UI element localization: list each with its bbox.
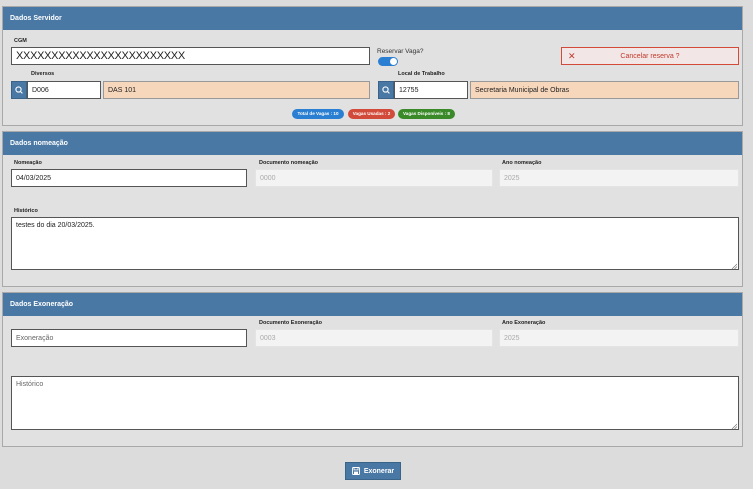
historico-exoneracao-textarea[interactable]: Histórico xyxy=(11,376,739,430)
ano-nomeacao-input[interactable]: 2025 xyxy=(499,169,739,187)
documento-nomeacao-input[interactable]: 0000 xyxy=(255,169,493,187)
resize-grip-icon[interactable] xyxy=(731,263,737,269)
cancelar-reserva-label: Cancelar reserva ? xyxy=(620,52,680,60)
reservar-vaga-toggle[interactable] xyxy=(378,57,398,66)
panel-dados-servidor: Dados Servidor CGM XXXXXXXXXXXXXXXXXXXXX… xyxy=(2,6,743,126)
panel-dados-nomeacao: Dados nomeação Nomeação 04/03/2025 Docum… xyxy=(2,131,743,287)
documento-exoneracao-label: Documento Exoneração xyxy=(259,320,322,326)
historico-label: Histórico xyxy=(14,208,38,214)
panel-dados-exoneracao: Dados Exoneração Exoneração Documento Ex… xyxy=(2,292,743,447)
ano-exoneracao-input[interactable]: 2025 xyxy=(499,329,739,347)
exonerar-label: Exonerar xyxy=(363,467,395,475)
diversos-search-button[interactable] xyxy=(11,81,27,99)
local-trabalho-label: Local de Trabalho xyxy=(398,71,445,77)
cgm-label: CGM xyxy=(14,38,27,44)
panel-title: Dados Servidor xyxy=(3,7,742,30)
documento-exoneracao-input[interactable]: 0003 xyxy=(255,329,493,347)
diversos-label: Diversos xyxy=(31,71,55,77)
ano-nomeacao-label: Ano nomeação xyxy=(502,160,542,166)
nomeacao-date-input[interactable]: 04/03/2025 xyxy=(11,169,247,187)
badge-total-vagas: Total de Vagas : 10 xyxy=(292,109,344,119)
toggle-knob xyxy=(390,58,397,65)
historico-nomeacao-textarea[interactable]: testes do dia 20/03/2025. xyxy=(11,217,739,270)
exonerar-button[interactable]: Exonerar xyxy=(345,462,401,480)
local-description: Secretaria Municipal de Obras xyxy=(470,81,739,99)
search-icon xyxy=(15,86,23,94)
local-search-button[interactable] xyxy=(378,81,394,99)
badge-vagas-usadas: Vagas Usadas : 2 xyxy=(348,109,395,119)
cgm-input[interactable]: XXXXXXXXXXXXXXXXXXXXXXXX xyxy=(11,47,370,65)
nomeacao-label: Nomeação xyxy=(14,160,42,166)
reservar-vaga-label: Reservar Vaga? xyxy=(377,48,424,55)
exoneracao-date-input[interactable]: Exoneração xyxy=(11,329,247,347)
panel-title: Dados nomeação xyxy=(3,132,742,155)
search-icon xyxy=(382,86,390,94)
ano-exoneracao-label: Ano Exoneração xyxy=(502,320,546,326)
diversos-description: DAS 101 xyxy=(103,81,370,99)
cancelar-reserva-button[interactable]: ✕ Cancelar reserva ? xyxy=(561,47,739,65)
documento-nomeacao-label: Documento nomeação xyxy=(259,160,318,166)
local-code-input[interactable]: 12755 xyxy=(394,81,468,99)
save-icon xyxy=(351,467,360,475)
panel-title: Dados Exoneração xyxy=(3,293,742,316)
diversos-code-input[interactable]: D006 xyxy=(27,81,101,99)
badge-vagas-disponiveis: Vagas Disponíveis : 8 xyxy=(398,109,455,119)
resize-grip-icon[interactable] xyxy=(731,423,737,429)
